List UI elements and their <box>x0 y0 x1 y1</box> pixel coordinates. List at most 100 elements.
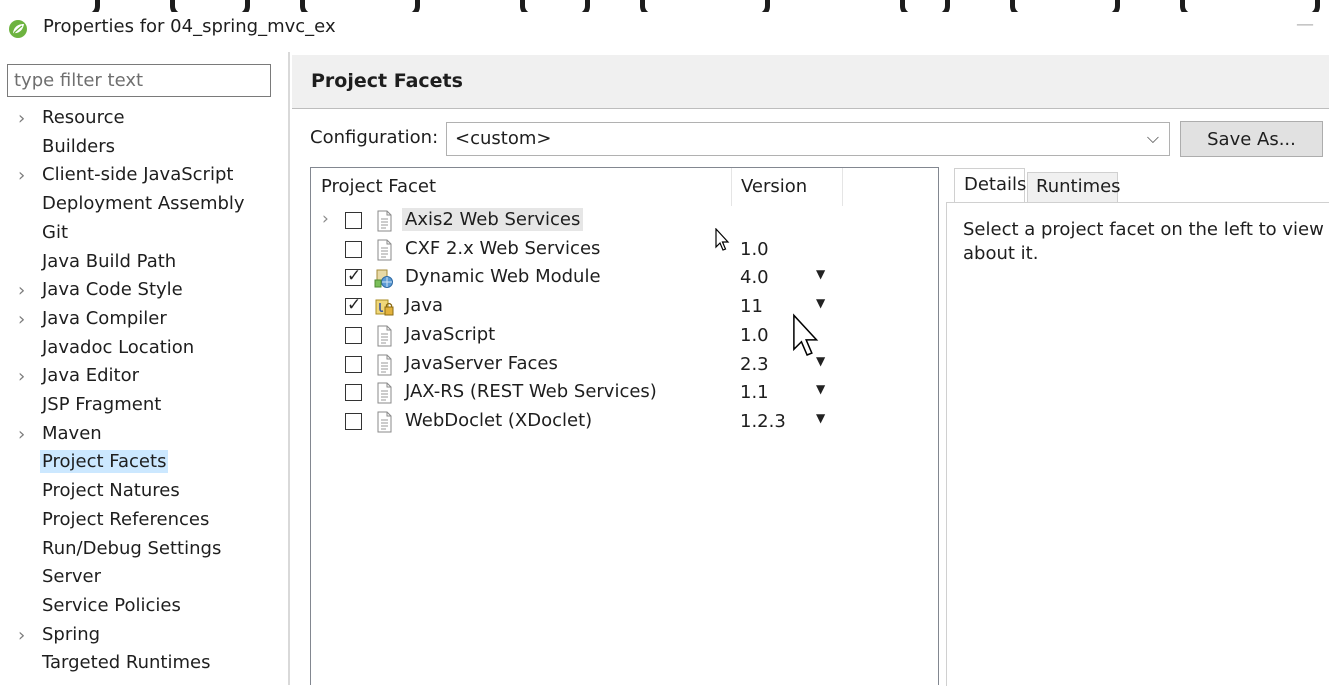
facet-version[interactable]: 1.1 <box>740 382 769 403</box>
tab-details[interactable]: Details <box>954 168 1026 202</box>
save-as-button[interactable]: Save As... <box>1180 121 1323 157</box>
nav-item-label: Project References <box>42 508 210 530</box>
nav-item[interactable]: Git <box>0 220 288 249</box>
nav-item-label: Service Policies <box>42 594 181 616</box>
facet-version[interactable]: 11 <box>740 296 763 317</box>
column-header-facet[interactable]: Project Facet <box>321 176 436 197</box>
nav-item[interactable]: JSP Fragment <box>0 392 288 421</box>
facet-checkbox[interactable] <box>345 212 362 229</box>
nav-item[interactable]: Deployment Assembly <box>0 191 288 220</box>
nav-item[interactable]: › Java Compiler <box>0 306 288 335</box>
facet-row[interactable]: JavaServer Faces 2.3 ▼ <box>311 351 938 380</box>
column-separator <box>731 168 732 206</box>
nav-item-label: Run/Debug Settings <box>42 537 222 559</box>
nav-item[interactable]: Java Build Path <box>0 249 288 278</box>
nav-item[interactable]: › Spring <box>0 622 288 651</box>
nav-item-label: Client-side JavaScript <box>42 164 234 186</box>
nav-item-label: Java Code Style <box>42 279 183 301</box>
facet-row[interactable]: › Axis2 Web Services <box>311 207 938 236</box>
checkmark-icon: ✓ <box>347 266 362 287</box>
java-locked-icon <box>374 296 394 318</box>
dropdown-arrow-icon[interactable]: ▼ <box>816 382 825 396</box>
facet-row[interactable]: CXF 2.x Web Services 1.0 <box>311 236 938 265</box>
facet-version[interactable]: 4.0 <box>740 267 769 288</box>
nav-item[interactable]: Project Natures <box>0 478 288 507</box>
details-line-1: Select a project facet on the left to vi… <box>963 219 1329 240</box>
nav-item[interactable]: › Client-side JavaScript <box>0 162 288 191</box>
nav-item-label: Maven <box>42 422 102 444</box>
facet-name: JavaScript <box>405 323 496 345</box>
minimize-button[interactable]: — <box>1296 14 1314 35</box>
document-icon <box>374 239 394 261</box>
facet-version: 1.0 <box>740 324 769 346</box>
nav-item[interactable]: › Resource <box>0 105 288 134</box>
nav-item[interactable]: Run/Debug Settings <box>0 536 288 565</box>
nav-item-label: Project Facets <box>40 450 169 474</box>
facet-checkbox[interactable]: ✓ <box>345 266 362 287</box>
nav-item-label: Resource <box>42 107 125 128</box>
nav-item[interactable]: › Java Code Style <box>0 277 288 306</box>
nav-item[interactable]: Project References <box>0 507 288 536</box>
nav-item[interactable]: Server <box>0 564 288 593</box>
configuration-label: Configuration: <box>310 127 439 148</box>
nav-item-label: JSP Fragment <box>42 394 162 415</box>
facet-row[interactable]: JAX-RS (REST Web Services) 1.1 ▼ <box>311 379 938 408</box>
nav-item[interactable]: Service Policies <box>0 593 288 622</box>
facet-row[interactable]: JavaScript 1.0 <box>311 322 938 351</box>
chevron-right-icon[interactable]: › <box>18 424 25 445</box>
facet-version: 1.0 <box>740 238 769 260</box>
nav-item-label: Java Build Path <box>42 250 177 272</box>
chevron-right-icon[interactable]: › <box>322 209 329 229</box>
chevron-right-icon[interactable]: › <box>18 280 25 301</box>
nav-item-label: Git <box>42 221 69 243</box>
facet-row[interactable]: ✓ Java 11 ▼ <box>311 293 938 322</box>
filter-input[interactable] <box>7 64 271 97</box>
dropdown-arrow-icon[interactable]: ▼ <box>816 296 825 310</box>
chevron-right-icon[interactable]: › <box>18 165 25 186</box>
configuration-dropdown[interactable]: <custom> ⌵ <box>446 122 1170 156</box>
chevron-right-icon[interactable]: › <box>18 108 25 129</box>
chevron-right-icon[interactable]: › <box>18 366 25 387</box>
nav-item[interactable]: Builders <box>0 134 288 163</box>
facet-row[interactable]: WebDoclet (XDoclet) 1.2.3 ▼ <box>311 408 938 437</box>
nav-item[interactable]: › Maven <box>0 421 288 450</box>
nav-item[interactable]: › Java Editor <box>0 363 288 392</box>
facet-checkbox[interactable] <box>345 384 362 402</box>
facet-version[interactable]: 1.2.3 <box>740 411 786 432</box>
facet-name: Java <box>405 295 444 317</box>
background-window-strip <box>0 0 1329 12</box>
details-line-2: about it. <box>963 243 1039 264</box>
dropdown-arrow-icon[interactable]: ▼ <box>816 267 825 281</box>
facet-checkbox[interactable] <box>345 355 362 373</box>
nav-item-label: Java Compiler <box>42 307 167 329</box>
nav-item[interactable]: Project Facets <box>0 449 288 478</box>
facet-checkbox[interactable] <box>345 412 362 430</box>
facet-checkbox[interactable] <box>345 240 362 258</box>
sidebar-divider[interactable] <box>288 52 290 685</box>
nav-item[interactable]: Targeted Runtimes <box>0 650 288 679</box>
facet-name: JavaServer Faces <box>405 352 558 374</box>
column-header-version[interactable]: Version <box>741 176 807 197</box>
facet-row[interactable]: ✓ Dynamic Web Module 4.0 ▼ <box>311 264 938 293</box>
facet-version[interactable]: 2.3 <box>740 354 769 375</box>
checkmark-icon: ✓ <box>347 295 362 316</box>
page-title: Project Facets <box>311 70 463 92</box>
column-separator <box>842 168 843 206</box>
details-panel <box>946 202 1329 686</box>
facet-checkbox[interactable] <box>345 326 362 344</box>
document-icon <box>374 354 394 376</box>
facet-checkbox[interactable]: ✓ <box>345 295 362 316</box>
chevron-right-icon[interactable]: › <box>18 309 25 330</box>
window-title: Properties for 04_spring_mvc_ex <box>43 16 336 37</box>
document-icon <box>374 382 394 404</box>
dropdown-arrow-icon[interactable]: ▼ <box>816 411 825 425</box>
chevron-down-icon: ⌵ <box>1146 128 1159 147</box>
chevron-right-icon[interactable]: › <box>18 625 25 646</box>
nav-item-label: Spring <box>42 623 101 645</box>
facets-table: Project Facet Version › Axis2 Web Service… <box>310 167 939 685</box>
tab-runtimes[interactable]: Runtimes <box>1027 172 1121 202</box>
nav-item-label: Server <box>42 566 102 588</box>
nav-item-label: Javadoc Location <box>42 336 195 358</box>
nav-item-label: Builders <box>42 135 116 157</box>
nav-item[interactable]: Javadoc Location <box>0 335 288 364</box>
